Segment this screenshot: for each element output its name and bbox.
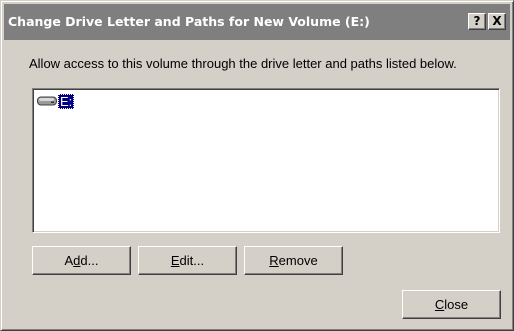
help-button[interactable]: ?: [468, 13, 486, 30]
drive-icon: [37, 96, 57, 106]
close-button-label-post: lose: [444, 297, 469, 312]
edit-button[interactable]: Edit...: [138, 246, 237, 275]
drive-paths-list[interactable]: E:: [32, 88, 500, 233]
dialog-window: Change Drive Letter and Paths for New Vo…: [0, 0, 514, 331]
add-button-label-pre: A: [64, 253, 74, 268]
add-button[interactable]: Add...: [32, 246, 131, 275]
remove-button[interactable]: Remove: [244, 246, 343, 275]
remove-button-label-post: emove: [278, 253, 318, 268]
title-bar[interactable]: Change Drive Letter and Paths for New Vo…: [4, 4, 510, 40]
add-button-label-post: d...: [80, 253, 99, 268]
list-item-label: E:: [58, 93, 75, 109]
close-button[interactable]: Close: [402, 290, 501, 319]
dialog-title: Change Drive Letter and Paths for New Vo…: [8, 14, 370, 29]
description-text: Allow access to this volume through the …: [29, 56, 457, 71]
close-window-button[interactable]: X: [488, 13, 506, 30]
edit-button-label-post: dit...: [179, 253, 205, 268]
close-button-accel: C: [434, 297, 445, 312]
edit-button-accel: E: [170, 253, 180, 268]
list-item[interactable]: E:: [37, 93, 75, 109]
remove-button-accel: R: [269, 253, 279, 268]
